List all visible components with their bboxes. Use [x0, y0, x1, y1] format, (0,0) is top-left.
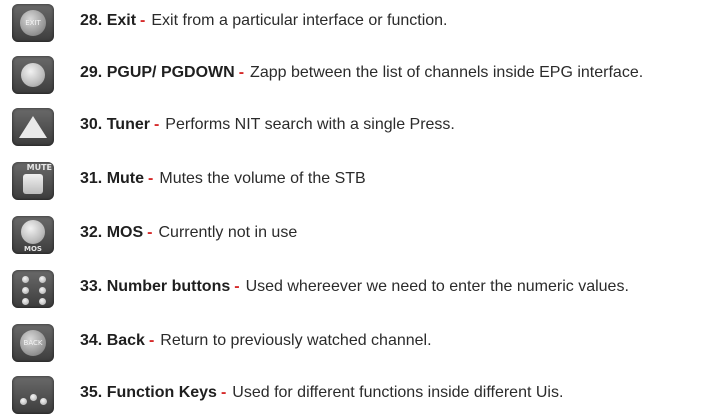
function-keys-icon: [12, 376, 54, 414]
separator: -: [140, 12, 146, 29]
item-text: 34. Back - Return to previously watched ch…: [80, 332, 432, 350]
separator: -: [234, 278, 240, 295]
dot: [20, 398, 27, 405]
mute-button-icon: MUTE: [12, 162, 54, 200]
dot: [39, 276, 46, 283]
page-button-icon: [12, 56, 54, 94]
back-button-face: BACK: [20, 330, 46, 356]
list-item: MUTE 31. Mute - Mutes the volume of the ST…: [0, 160, 706, 204]
item-name: Back: [106, 332, 145, 349]
item-text: 28. Exit - Exit from a particular interfac…: [80, 12, 448, 30]
item-number: 34.: [80, 332, 103, 349]
item-text: 30. Tuner - Performs NIT search with a sin…: [80, 116, 455, 134]
item-name: Mute: [106, 170, 145, 187]
item-number: 31.: [80, 170, 103, 187]
item-name: Number buttons: [106, 278, 231, 295]
round-button-face: [21, 63, 45, 87]
dot: [39, 287, 46, 294]
exit-button-face: EXIT: [20, 10, 46, 36]
item-description: Mutes the volume of the STB: [159, 170, 366, 187]
item-description: Exit from a particular interface or func…: [151, 12, 448, 29]
dot: [39, 298, 46, 305]
list-item: 30. Tuner - Performs NIT search with a sin…: [0, 106, 706, 150]
separator: -: [238, 64, 245, 81]
item-description: Used for different functions inside diff…: [232, 384, 564, 401]
item-text: 29. PGUP/ PGDOWN - Zapp between the list o…: [80, 64, 643, 82]
number-dots: [20, 274, 48, 306]
dot: [40, 398, 47, 405]
mute-label: MUTE: [26, 163, 52, 172]
item-text: 35. Function Keys - Used for different fun…: [80, 384, 563, 402]
triangle-button-face: [19, 116, 47, 138]
square-button-face: [23, 174, 43, 194]
list-item: 35. Function Keys - Used for different fun…: [0, 374, 706, 418]
mos-button-icon: MOS: [12, 216, 54, 254]
round-button-face: [21, 220, 45, 244]
separator: -: [148, 170, 154, 187]
dot: [22, 287, 29, 294]
item-number: 32.: [80, 224, 103, 241]
item-number: 29.: [80, 64, 103, 81]
list-item: 33. Number buttons - Used whereever we nee…: [0, 268, 706, 312]
item-description: Return to previously watched channel.: [160, 332, 432, 349]
item-text: 31. Mute - Mutes the volume of the STB: [80, 170, 366, 188]
exit-button-icon: EXIT: [12, 4, 54, 42]
item-number: 35.: [80, 384, 103, 401]
dot: [22, 298, 29, 305]
list-item: EXIT 28. Exit - Exit from a particular int…: [0, 2, 706, 46]
tuner-triangle-icon: [12, 108, 54, 146]
item-description: Performs NIT search with a single Press.: [165, 116, 455, 133]
item-description: Zapp between the list of channels inside…: [250, 64, 644, 81]
separator: -: [220, 384, 227, 401]
dot: [30, 394, 37, 401]
item-name: PGUP/ PGDOWN: [106, 64, 235, 81]
item-name: Exit: [106, 12, 137, 29]
item-description: Used whereever we need to enter the nume…: [245, 278, 629, 295]
list-item: MOS 32. MOS - Currently not in use: [0, 214, 706, 258]
separator: -: [148, 332, 155, 349]
separator: -: [147, 224, 153, 241]
item-number: 30.: [80, 116, 103, 133]
item-text: 32. MOS - Currently not in use: [80, 224, 297, 242]
number-buttons-icon: [12, 270, 54, 308]
dot: [22, 276, 29, 283]
list-item: BACK 34. Back - Return to previously watch…: [0, 322, 706, 366]
item-name: MOS: [106, 224, 144, 241]
item-text: 33. Number buttons - Used whereever we nee…: [80, 278, 629, 296]
function-dots: [20, 380, 48, 412]
item-number: 33.: [80, 278, 103, 295]
list-item: 29. PGUP/ PGDOWN - Zapp between the list o…: [0, 54, 706, 98]
back-button-icon: BACK: [12, 324, 54, 362]
separator: -: [153, 116, 160, 133]
item-name: Tuner: [106, 116, 150, 133]
item-number: 28.: [80, 12, 103, 29]
item-description: Currently not in use: [158, 224, 298, 241]
mos-label: MOS: [24, 245, 42, 253]
item-name: Function Keys: [106, 384, 217, 401]
